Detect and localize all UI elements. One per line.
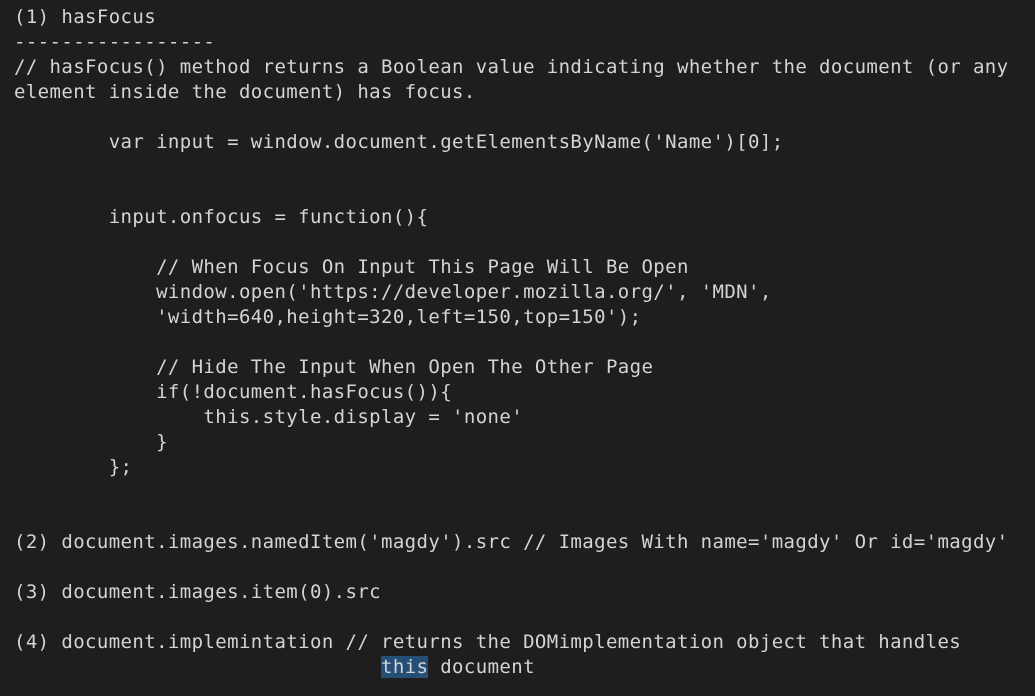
code-line: } [14, 431, 168, 453]
code-line: this.style.display = 'none' [14, 406, 524, 428]
code-line: element inside the document) has focus. [14, 81, 476, 103]
code-line: window.open('https://developer.mozilla.o… [14, 281, 772, 303]
code-editor[interactable]: (1) hasFocus ----------------- // hasFoc… [0, 0, 1035, 696]
text-selection[interactable]: this [381, 656, 429, 678]
code-line: (4) document.implemintation // returns t… [14, 631, 962, 653]
code-line: (1) hasFocus [14, 6, 157, 28]
code-line: // When Focus On Input This Page Will Be… [14, 256, 689, 278]
code-line: }; [14, 456, 133, 478]
code-line: var input = window.document.getElementsB… [14, 131, 784, 153]
code-line: input.onfocus = function(){ [14, 206, 429, 228]
line-text: document [428, 656, 535, 678]
code-line: ----------------- [14, 31, 216, 53]
code-line: (2) document.images.namedItem('magdy').s… [14, 531, 1009, 553]
code-line: // hasFocus() method returns a Boolean v… [14, 56, 1009, 78]
code-line: (3) document.images.item(0).src [14, 581, 382, 603]
code-line: this document [14, 655, 535, 680]
code-line: // Hide The Input When Open The Other Pa… [14, 356, 654, 378]
code-line: if(!document.hasFocus()){ [14, 381, 453, 403]
code-line: 'width=640,height=320,left=150,top=150')… [14, 306, 642, 328]
